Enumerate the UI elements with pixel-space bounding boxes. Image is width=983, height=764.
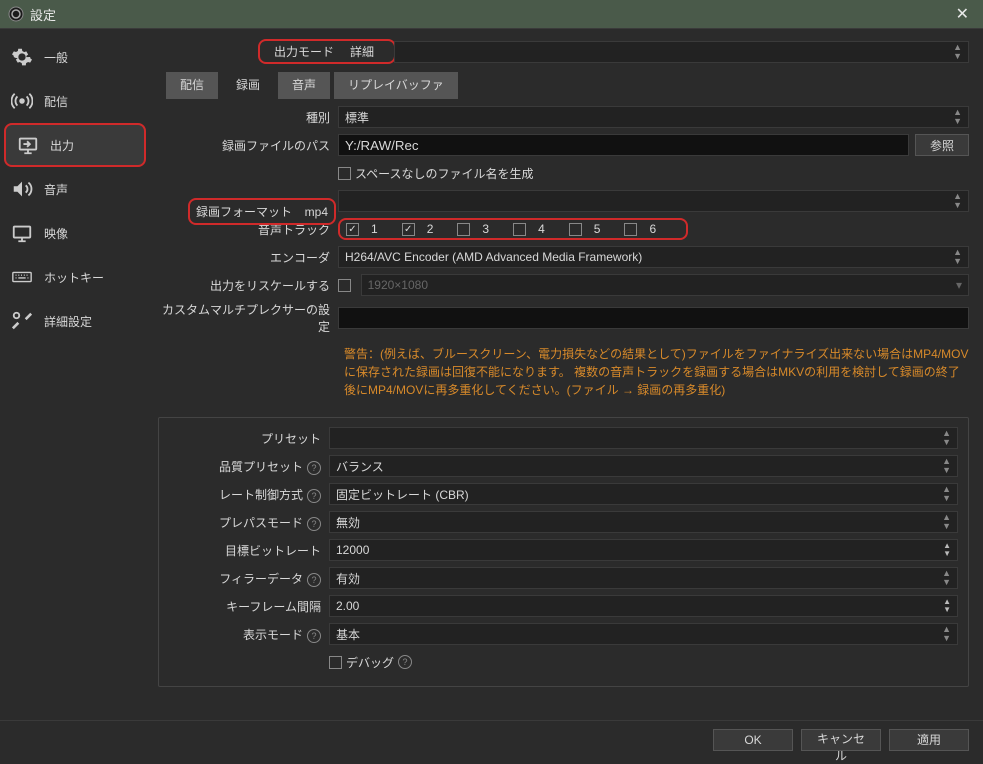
- path-label: 録画ファイルのパス: [158, 137, 338, 154]
- tab-audio[interactable]: 音声: [278, 72, 330, 99]
- sidebar-item-stream[interactable]: 配信: [0, 79, 150, 123]
- debug-label: デバッグ: [346, 654, 394, 671]
- cancel-button[interactable]: キャンセル: [801, 729, 881, 751]
- rescale-select[interactable]: 1920×1080▾: [361, 274, 969, 296]
- sidebar-item-video[interactable]: 映像: [0, 211, 150, 255]
- output-mode-select[interactable]: ▲▼: [394, 41, 969, 63]
- track-6-checkbox[interactable]: [624, 223, 637, 236]
- output-mode-value: 詳細: [344, 43, 390, 60]
- sidebar-item-label: 音声: [44, 181, 68, 198]
- tools-icon: [10, 310, 34, 332]
- bitrate-input[interactable]: 12000▲▼: [329, 539, 958, 561]
- titlebar: 設定 ✕: [0, 0, 983, 28]
- sidebar: 一般 配信 出力 音声 映像 ホットキー 詳細設定: [0, 29, 150, 718]
- display-icon: [10, 222, 34, 244]
- encoder-select[interactable]: H264/AVC Encoder (AMD Advanced Media Fra…: [338, 246, 969, 268]
- muxer-label: カスタムマルチプレクサーの設定: [158, 301, 338, 335]
- close-icon[interactable]: ✕: [950, 4, 975, 24]
- help-icon[interactable]: ?: [307, 573, 321, 587]
- muxer-input[interactable]: [338, 307, 969, 329]
- tab-recording[interactable]: 録画: [222, 72, 274, 99]
- ok-button[interactable]: OK: [713, 729, 793, 751]
- keyboard-icon: [10, 266, 34, 288]
- encoder-label: エンコーダ: [158, 249, 338, 266]
- rate-select[interactable]: 固定ビットレート (CBR)▲▼: [329, 483, 958, 505]
- format-label: 録画フォーマット: [196, 203, 292, 220]
- filler-label: フィラーデータ: [219, 572, 303, 586]
- apply-button[interactable]: 適用: [889, 729, 969, 751]
- rescale-label: 出力をリスケールする: [158, 277, 338, 294]
- keyframe-input[interactable]: 2.00▲▼: [329, 595, 958, 617]
- prepass-label: プレパスモード: [219, 516, 303, 530]
- sidebar-item-label: 映像: [44, 225, 68, 242]
- type-select[interactable]: 標準▲▼: [338, 106, 969, 128]
- format-value: mp4: [292, 205, 328, 219]
- rescale-checkbox[interactable]: [338, 279, 351, 292]
- help-icon[interactable]: ?: [307, 629, 321, 643]
- quality-label: 品質プリセット: [219, 460, 303, 474]
- track-5-checkbox[interactable]: [569, 223, 582, 236]
- warning-text: 警告：(例えば、ブルースクリーン、電力損失などの結果として)ファイルをファイナラ…: [158, 339, 969, 405]
- prepass-select[interactable]: 無効▲▼: [329, 511, 958, 533]
- help-icon[interactable]: ?: [398, 655, 412, 669]
- type-label: 種別: [158, 109, 338, 126]
- sidebar-item-label: 詳細設定: [44, 313, 92, 330]
- sidebar-item-label: ホットキー: [44, 269, 104, 286]
- sidebar-item-label: 出力: [50, 137, 74, 154]
- sidebar-item-output[interactable]: 出力: [4, 123, 146, 167]
- tab-stream[interactable]: 配信: [166, 72, 218, 99]
- filler-select[interactable]: 有効▲▼: [329, 567, 958, 589]
- keyframe-label: キーフレーム間隔: [169, 598, 329, 615]
- bitrate-label: 目標ビットレート: [169, 542, 329, 559]
- sidebar-item-label: 配信: [44, 93, 68, 110]
- debug-checkbox[interactable]: [329, 656, 342, 669]
- speaker-icon: [10, 178, 34, 200]
- display-select[interactable]: 基本▲▼: [329, 623, 958, 645]
- gear-icon: [10, 46, 34, 68]
- window-title: 設定: [30, 5, 56, 24]
- sidebar-item-general[interactable]: 一般: [0, 35, 150, 79]
- path-input[interactable]: [338, 134, 909, 156]
- sidebar-item-hotkeys[interactable]: ホットキー: [0, 255, 150, 299]
- tab-replay[interactable]: リプレイバッファ: [334, 72, 458, 99]
- nospace-label: スペースなしのファイル名を生成: [355, 165, 534, 182]
- track-1-checkbox[interactable]: [346, 223, 359, 236]
- track-3-checkbox[interactable]: [457, 223, 470, 236]
- preset-label: プリセット: [169, 430, 329, 447]
- format-select[interactable]: ▲▼: [338, 190, 969, 212]
- sidebar-item-audio[interactable]: 音声: [0, 167, 150, 211]
- monitor-icon: [16, 134, 40, 156]
- dialog-footer: OK キャンセル 適用: [0, 720, 983, 758]
- track-4-checkbox[interactable]: [513, 223, 526, 236]
- output-mode-label: 出力モード: [264, 43, 344, 60]
- obs-icon: [8, 6, 24, 22]
- encoder-panel: プリセット ▲▼ 品質プリセット? バランス▲▼ レート制御方式? 固定ビットレ…: [158, 417, 969, 687]
- nospace-checkbox[interactable]: [338, 167, 351, 180]
- help-icon[interactable]: ?: [307, 461, 321, 475]
- browse-button[interactable]: 参照: [915, 134, 969, 156]
- quality-select[interactable]: バランス▲▼: [329, 455, 958, 477]
- preset-select[interactable]: ▲▼: [329, 427, 958, 449]
- sidebar-item-label: 一般: [44, 49, 68, 66]
- sidebar-item-advanced[interactable]: 詳細設定: [0, 299, 150, 343]
- help-icon[interactable]: ?: [307, 489, 321, 503]
- track-2-checkbox[interactable]: [402, 223, 415, 236]
- help-icon[interactable]: ?: [307, 517, 321, 531]
- display-label: 表示モード: [243, 628, 303, 642]
- rate-label: レート制御方式: [219, 488, 303, 502]
- output-tabs: 配信 録画 音声 リプレイバッファ: [166, 72, 969, 99]
- antenna-icon: [10, 90, 34, 112]
